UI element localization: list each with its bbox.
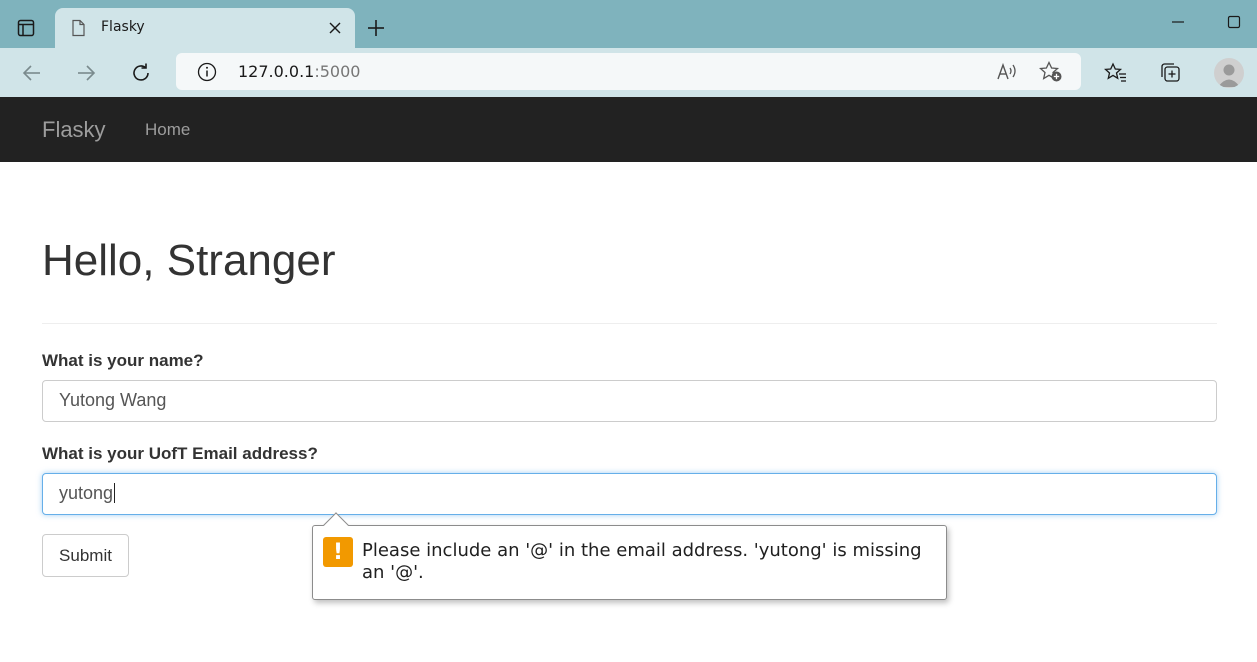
email-input[interactable]: yutong [42, 473, 1217, 515]
star-add-icon [1039, 61, 1062, 82]
validation-tooltip: ! Please include an '@' in the email add… [312, 512, 947, 600]
window-maximize-button[interactable] [1220, 10, 1248, 34]
profile-avatar[interactable] [1214, 58, 1244, 88]
navbar-brand[interactable]: Flasky [42, 117, 106, 143]
name-input-value: Yutong Wang [59, 390, 167, 410]
validation-message: Please include an '@' in the email addre… [362, 540, 922, 583]
plus-icon [368, 20, 384, 36]
tab-close-button[interactable] [325, 18, 345, 38]
browser-tabstrip: Flasky [0, 0, 1257, 48]
refresh-button[interactable] [125, 57, 157, 89]
read-aloud-button[interactable] [994, 60, 1020, 84]
site-navbar: Flasky Home [0, 97, 1257, 162]
tab-actions-button[interactable] [8, 12, 44, 44]
address-bar[interactable]: 127.0.0.1:5000 [176, 53, 1081, 90]
arrow-left-icon [22, 65, 40, 81]
info-icon [197, 62, 217, 82]
warning-icon: ! [323, 537, 353, 567]
close-icon [329, 22, 341, 34]
minimize-icon [1172, 21, 1184, 23]
tab-actions-icon [17, 19, 35, 37]
collections-icon [1161, 63, 1180, 82]
browser-toolbar: 127.0.0.1:5000 [0, 48, 1257, 97]
forward-button[interactable] [70, 57, 102, 89]
name-label: What is your name? [42, 351, 204, 370]
email-label: What is your UofT Email address? [42, 444, 318, 463]
page-icon [72, 19, 85, 37]
user-icon [1218, 64, 1240, 87]
url-text[interactable]: 127.0.0.1:5000 [238, 62, 360, 81]
header-divider [42, 323, 1217, 324]
text-caret [114, 483, 116, 503]
url-port: :5000 [314, 62, 361, 81]
url-host: 127.0.0.1 [238, 62, 315, 81]
nav-link-home[interactable]: Home [145, 120, 190, 140]
name-input[interactable]: Yutong Wang [42, 380, 1217, 422]
maximize-icon [1227, 15, 1241, 29]
browser-tab[interactable]: Flasky [55, 8, 355, 48]
arrow-right-icon [78, 65, 96, 81]
email-input-value: yutong [59, 483, 114, 503]
site-info-button[interactable] [196, 61, 218, 83]
read-aloud-icon [997, 62, 1016, 80]
submit-button[interactable]: Submit [42, 534, 129, 577]
collections-button[interactable] [1155, 57, 1187, 89]
favorites-button[interactable] [1100, 57, 1132, 89]
favorites-icon [1104, 62, 1126, 82]
window-minimize-button[interactable] [1164, 10, 1192, 34]
tab-title: Flasky [101, 19, 145, 35]
new-tab-button[interactable] [362, 14, 390, 42]
tooltip-arrow [323, 512, 349, 538]
page-title: Hello, Stranger [42, 236, 336, 285]
add-favorite-button[interactable] [1038, 60, 1064, 84]
back-button[interactable] [16, 57, 48, 89]
refresh-icon [133, 63, 149, 81]
